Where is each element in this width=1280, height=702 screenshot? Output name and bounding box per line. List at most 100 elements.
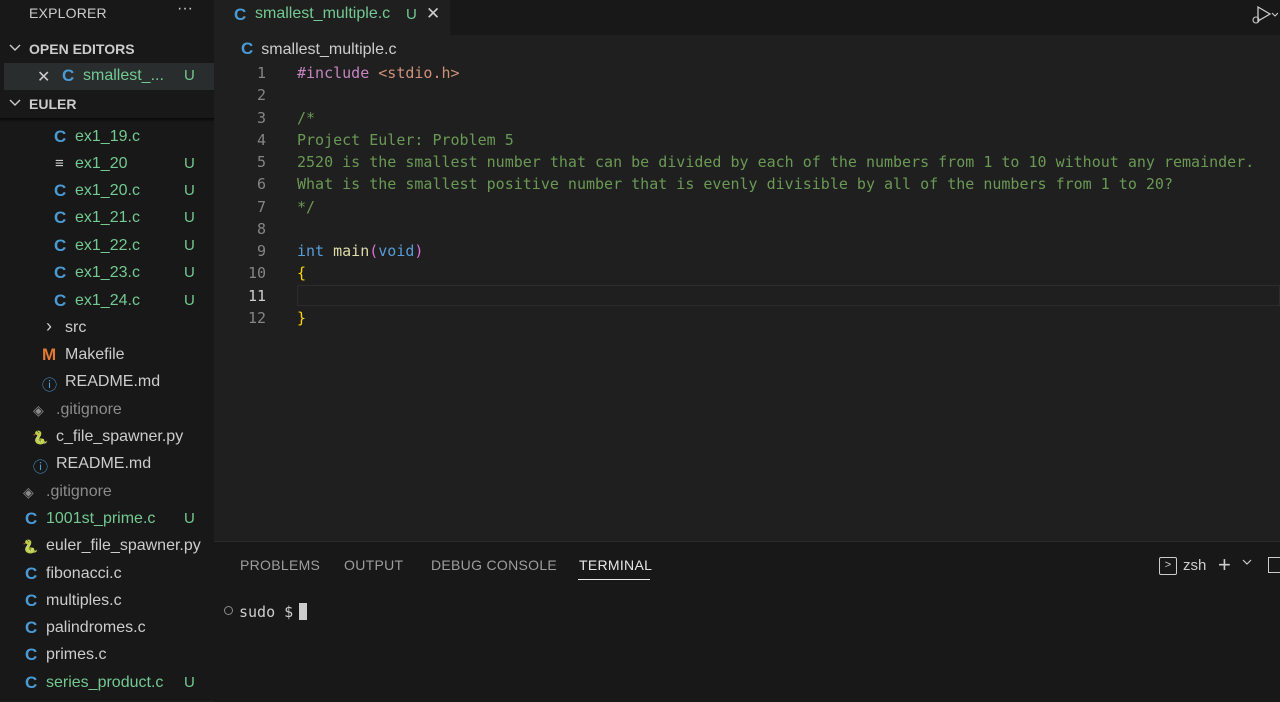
tab-problems[interactable]: PROBLEMS bbox=[240, 557, 320, 573]
file-item[interactable]: ◈ .gitignore bbox=[0, 479, 214, 506]
breadcrumb[interactable]: Csmallest_multiple.c bbox=[241, 39, 396, 59]
file-item[interactable]: C ex1_22.c U bbox=[0, 233, 214, 260]
file-item[interactable]: C ex1_23.c U bbox=[0, 260, 214, 287]
new-terminal-icon[interactable]: + bbox=[1218, 552, 1231, 578]
git-status-badge: U bbox=[406, 6, 417, 23]
code-line: /* bbox=[297, 109, 316, 127]
line-number: 6 bbox=[256, 175, 266, 193]
file-item[interactable]: C ex1_21.c U bbox=[0, 205, 214, 232]
run-debug-icon[interactable] bbox=[1250, 4, 1278, 26]
c-file-icon: C bbox=[25, 618, 38, 637]
info-icon: ⓘ bbox=[42, 377, 58, 394]
c-file-icon: C bbox=[25, 591, 38, 610]
tab-label: smallest_multiple.c bbox=[255, 5, 391, 22]
makefile-icon: M bbox=[42, 345, 57, 364]
code-line: Project Euler: Problem 5 bbox=[297, 131, 514, 149]
file-name: .gitignore bbox=[46, 483, 112, 500]
file-name: primes.c bbox=[46, 646, 107, 663]
python-icon: 🐍 bbox=[32, 430, 49, 445]
shell-name[interactable]: zsh bbox=[1183, 557, 1206, 574]
split-terminal-icon[interactable] bbox=[1268, 557, 1280, 573]
text-file-icon: ≡ bbox=[55, 155, 64, 172]
open-editors-label: OPEN EDITORS bbox=[29, 41, 135, 57]
terminal-cursor bbox=[299, 603, 308, 620]
terminal-icon: > bbox=[1159, 557, 1177, 575]
close-icon[interactable]: ✕ bbox=[37, 67, 50, 87]
code-token: <stdio.h> bbox=[369, 64, 460, 82]
editor-tab[interactable]: C smallest_multiple.c U ✕ bbox=[214, 0, 450, 35]
file-item[interactable]: 🐍 c_file_spawner.py bbox=[0, 424, 214, 451]
file-name: ex1_19.c bbox=[75, 128, 140, 145]
c-file-icon: C bbox=[25, 564, 38, 583]
line-number: 9 bbox=[256, 242, 266, 260]
tab-debug-console[interactable]: DEBUG CONSOLE bbox=[431, 557, 557, 573]
file-name: 1001st_prime.c bbox=[46, 510, 156, 527]
git-status-badge: U bbox=[184, 67, 195, 84]
open-editor-item[interactable]: ✕ C smallest_... U bbox=[4, 63, 214, 90]
git-status-badge: U bbox=[184, 264, 195, 281]
c-file-icon: C bbox=[54, 208, 67, 227]
file-name: ex1_23.c bbox=[75, 264, 140, 281]
file-name: Makefile bbox=[65, 346, 125, 363]
line-number: 12 bbox=[247, 309, 266, 327]
file-name: ex1_21.c bbox=[75, 209, 140, 226]
c-file-icon: C bbox=[54, 263, 67, 282]
tab-output[interactable]: OUTPUT bbox=[344, 557, 403, 573]
euler-folder-label: EULER bbox=[29, 96, 77, 112]
chevron-down-icon[interactable] bbox=[1241, 556, 1253, 568]
file-item[interactable]: C series_product.c U bbox=[0, 670, 214, 697]
explorer-title: EXPLORER bbox=[29, 5, 107, 21]
line-number: 1 bbox=[256, 64, 266, 82]
git-status-badge: U bbox=[184, 292, 195, 309]
file-name: ex1_20 bbox=[75, 155, 128, 172]
code-token: ) bbox=[414, 242, 424, 260]
folder-item-src[interactable]: › src bbox=[0, 315, 214, 342]
file-item[interactable]: ⓘ README.md bbox=[0, 451, 214, 478]
file-item[interactable]: C fibonacci.c bbox=[0, 561, 214, 588]
code-token: int bbox=[297, 242, 325, 260]
file-item[interactable]: C ex1_20.c U bbox=[0, 178, 214, 205]
file-name: README.md bbox=[56, 455, 152, 472]
line-number: 7 bbox=[256, 198, 266, 216]
info-icon: ⓘ bbox=[33, 459, 49, 476]
git-status-badge: U bbox=[184, 209, 195, 226]
file-item[interactable]: C ex1_24.c U bbox=[0, 288, 214, 315]
file-item[interactable]: ≡ ex1_20 U bbox=[0, 151, 214, 178]
c-file-icon: C bbox=[25, 645, 38, 664]
tab-terminal[interactable]: TERMINAL bbox=[579, 557, 652, 573]
file-item[interactable]: C primes.c bbox=[0, 642, 214, 669]
file-item[interactable]: C palindromes.c bbox=[0, 615, 214, 642]
git-icon: ◈ bbox=[23, 484, 34, 500]
file-name: palindromes.c bbox=[46, 619, 146, 636]
file-name: fibonacci.c bbox=[46, 565, 122, 582]
c-file-icon: C bbox=[62, 66, 75, 85]
file-item[interactable]: C multiples.c bbox=[0, 588, 214, 615]
status-dot-icon bbox=[224, 606, 233, 615]
euler-folder-section[interactable]: EULER bbox=[0, 94, 214, 116]
code-editor[interactable]: 1 2 3 4 5 6 7 8 9 10 11 12 #include <std… bbox=[214, 62, 1280, 540]
bottom-panel: PROBLEMS OUTPUT DEBUG CONSOLE TERMINAL >… bbox=[214, 541, 1280, 702]
file-item[interactable]: 🐍 euler_file_spawner.py bbox=[0, 533, 214, 560]
close-icon[interactable]: ✕ bbox=[426, 4, 440, 24]
c-file-icon: C bbox=[54, 181, 67, 200]
code-token: ( bbox=[369, 242, 379, 260]
folder-name: src bbox=[65, 319, 87, 336]
file-item[interactable]: ⓘ README.md bbox=[0, 369, 214, 396]
git-status-badge: U bbox=[184, 510, 195, 527]
terminal-prompt-line[interactable]: sudo $ bbox=[224, 603, 308, 621]
file-item[interactable]: ◈ .gitignore bbox=[0, 397, 214, 424]
more-actions-icon[interactable]: ··· bbox=[177, 0, 193, 18]
c-file-icon: C bbox=[234, 5, 247, 24]
code-token: #include bbox=[297, 64, 370, 82]
file-item[interactable]: C 1001st_prime.c U bbox=[0, 506, 214, 533]
line-number: 3 bbox=[256, 109, 266, 127]
terminal-prompt: sudo $ bbox=[239, 603, 294, 621]
code-line: int main(void) bbox=[297, 240, 423, 262]
git-icon: ◈ bbox=[33, 402, 44, 418]
file-item[interactable]: M Makefile bbox=[0, 342, 214, 369]
line-number: 8 bbox=[256, 220, 266, 238]
open-editors-section[interactable]: OPEN EDITORS bbox=[0, 39, 214, 61]
file-item[interactable]: C ex1_19.c bbox=[0, 124, 214, 151]
file-name: series_product.c bbox=[46, 674, 164, 691]
scroll-shadow bbox=[0, 118, 214, 122]
